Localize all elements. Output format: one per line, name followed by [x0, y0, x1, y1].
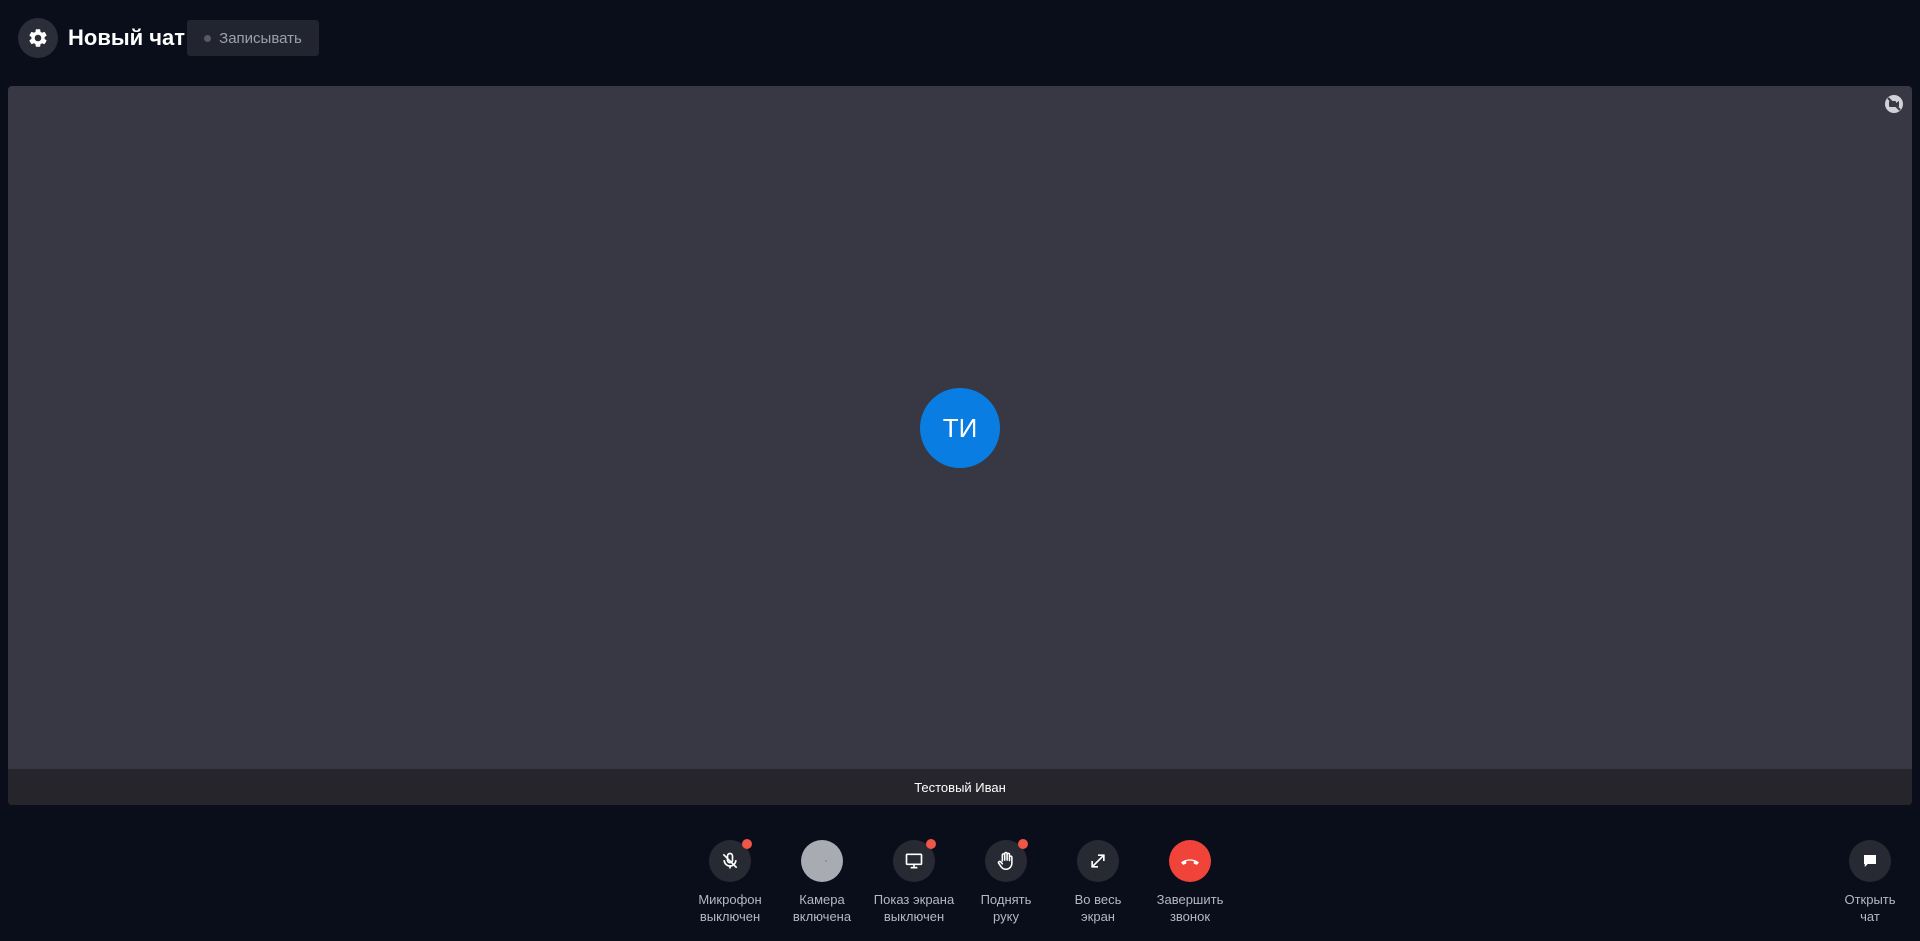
label-line: выключен: [883, 909, 945, 924]
expand-icon: [1088, 851, 1108, 871]
label-line: руку: [993, 909, 1019, 924]
raise-hand-button[interactable]: [985, 839, 1028, 882]
microphone-label: Микрофон выключен: [698, 891, 761, 925]
alert-badge: [926, 839, 936, 849]
hang-up-icon: [1178, 849, 1202, 873]
settings-button[interactable]: [18, 18, 58, 58]
label-line: звонок: [1169, 909, 1211, 924]
record-button[interactable]: Записывать: [187, 20, 319, 56]
fullscreen-label: Во весь экран: [1075, 891, 1122, 925]
control-fullscreen: Во весь экран: [1052, 840, 1144, 925]
camera-label: Камера включена: [793, 891, 851, 925]
control-open-chat: Открыть чат: [1824, 840, 1916, 925]
header: Новый чат Записывать: [0, 0, 1920, 76]
alert-badge: [742, 839, 752, 849]
raise-hand-label: Поднять руку: [981, 891, 1032, 925]
record-dot-icon: [204, 34, 212, 42]
label-line: включена: [792, 909, 852, 924]
label-line: Показ экрана: [873, 892, 955, 907]
label-line: Камера: [799, 892, 845, 907]
camera-toggle-button[interactable]: [801, 840, 843, 882]
control-hand: Поднять руку: [960, 839, 1052, 925]
label-line: выключен: [699, 909, 761, 924]
end-call-button[interactable]: [1169, 840, 1211, 882]
control-mic: Микрофон выключен: [684, 839, 776, 925]
label-line: Завершить: [1156, 892, 1224, 907]
open-chat-button[interactable]: [1849, 840, 1891, 882]
microphone-off-icon: [720, 851, 740, 871]
open-chat-label: Открыть чат: [1844, 891, 1895, 925]
record-label: Записывать: [219, 29, 302, 47]
video-tile[interactable]: ТИ Тестовый Иван: [8, 86, 1912, 805]
chat-bubble-icon: [1861, 852, 1879, 870]
control-end-call: Завершить звонок: [1144, 840, 1236, 925]
gear-icon: [27, 27, 49, 49]
label-line: Открыть: [1844, 892, 1896, 907]
hand-icon: [995, 850, 1017, 872]
label-line: чат: [1860, 909, 1880, 924]
fullscreen-button[interactable]: [1077, 840, 1119, 882]
avatar: ТИ: [920, 388, 1000, 468]
video-off-icon: [1884, 94, 1904, 114]
camera-icon: [812, 851, 832, 871]
label-line: экран: [1081, 909, 1115, 924]
screen-share-label: Показ экрана выключен: [874, 891, 954, 925]
label-line: Поднять: [980, 892, 1032, 907]
label-line: Микрофон: [698, 892, 762, 907]
control-screen: Показ экрана выключен: [868, 839, 960, 925]
label-line: Во весь: [1074, 892, 1122, 907]
screen-share-button[interactable]: [893, 839, 936, 882]
participant-name-bar: Тестовый Иван: [8, 769, 1912, 805]
monitor-icon: [904, 851, 924, 871]
control-camera: Камера включена: [776, 840, 868, 925]
participant-name: Тестовый Иван: [914, 779, 1006, 795]
end-call-label: Завершить звонок: [1157, 891, 1224, 925]
page-title: Новый чат: [68, 25, 186, 50]
alert-badge: [1018, 839, 1028, 849]
call-controls: Микрофон выключен Камера включена Показ …: [0, 839, 1920, 940]
microphone-toggle-button[interactable]: [709, 839, 752, 882]
